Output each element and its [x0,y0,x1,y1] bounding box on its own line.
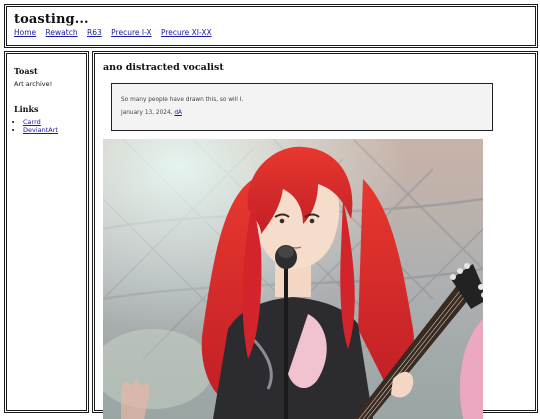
nav-home[interactable]: Home [14,28,36,37]
nav-rewatch[interactable]: Rewatch [46,28,78,37]
post-description-box: So many people have drawn this, so will … [111,83,493,131]
nav-r63[interactable]: R63 [87,28,102,37]
list-item: Carrd [23,118,58,126]
link-deviantart[interactable]: DeviantArt [23,126,58,134]
top-nav: Home Rewatch R63 Precure I-X Precure XI-… [14,28,219,37]
list-item: DeviantArt [23,126,58,134]
artwork-illustration [103,139,483,419]
nav-precure-1-10[interactable]: Precure I-X [111,28,151,37]
link-carrd[interactable]: Carrd [23,118,41,126]
sidebar-heading-toast: Toast [14,66,38,76]
post-title: ano distracted vocalist [103,62,224,73]
sidebar-heading-links: Links [14,104,39,114]
sidebar: Toast Art archive! Links Carrd DeviantAr… [4,51,89,413]
post-date: January 13, 2024, [121,110,173,116]
source-link[interactable]: dA [174,110,182,116]
site-title: toasting... [14,12,89,27]
main-content: ano distracted vocalist So many people h… [92,51,538,419]
post-meta: January 13, 2024, dA [121,110,182,116]
sidebar-description: Art archive! [14,80,53,88]
site-header: toasting... Home Rewatch R63 Precure I-X… [4,4,538,48]
nav-precure-11-20[interactable]: Precure XI-XX [161,28,212,37]
post-text: So many people have drawn this, so will … [121,97,244,103]
artwork-image[interactable] [103,139,483,419]
sidebar-links-list: Carrd DeviantArt [14,118,58,134]
